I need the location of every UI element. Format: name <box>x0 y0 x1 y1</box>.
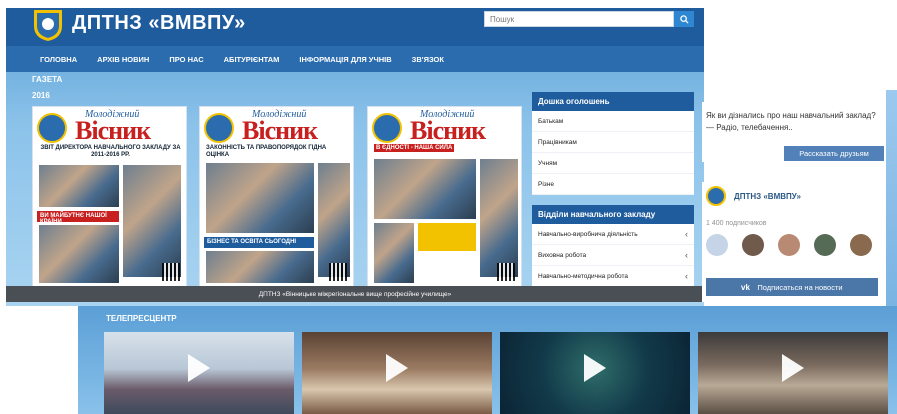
site-footer: ДПТНЗ «Вінницьке міжрегіональне вище про… <box>6 286 704 302</box>
chevron-left-icon: ‹ <box>685 229 688 239</box>
subhead: БІЗНЕС ТА ОСВІТА СЬОГОДНІ <box>204 237 314 248</box>
poll-widget: Як ви дізнались про наш навчальний закла… <box>702 102 886 162</box>
headline-text: В ЄДНОСТІ - НАША СИЛА <box>374 144 455 152</box>
photo <box>480 159 518 277</box>
telepress-title: ТЕЛЕПРЕСЦЕНТР <box>106 314 177 323</box>
site-title[interactable]: ДПТНЗ «ВМВПУ» <box>72 12 246 35</box>
vk-logo-icon: vk <box>741 283 750 291</box>
notice-board-list: Батькам Працівникам Учням Різне <box>532 111 694 195</box>
share-button[interactable]: Рассказать друзьям <box>784 146 884 161</box>
college-seal-icon <box>204 113 234 143</box>
masthead-big: Вісник <box>75 116 151 145</box>
dept-item-label: Виховна робота <box>538 251 587 259</box>
site-header: ДПТНЗ «ВМВПУ» <box>6 8 704 46</box>
video-thumbnail-2[interactable] <box>302 332 492 414</box>
logo-icon[interactable] <box>30 8 66 42</box>
poll-question: Як ви дізнались про наш навчальний закла… <box>706 111 876 132</box>
departments-panel: Відділи навчального закладу Навчально-ви… <box>532 205 694 287</box>
notice-item-parents[interactable]: Батькам <box>532 111 694 132</box>
notice-item-misc[interactable]: Різне <box>532 174 694 195</box>
dept-item-methodical[interactable]: Навчально-методична робота ‹ <box>532 266 694 287</box>
departments-title: Відділи навчального закладу <box>532 205 694 224</box>
notice-item-staff[interactable]: Працівникам <box>532 132 694 153</box>
photo <box>374 223 414 283</box>
telepress-section: ТЕЛЕПРЕСЦЕНТР <box>78 306 897 414</box>
newspaper-cover-3[interactable]: Молодіжний Вісник В ЄДНОСТІ - НАША СИЛА <box>367 106 522 288</box>
photo <box>418 223 476 251</box>
chevron-left-icon: ‹ <box>685 271 688 281</box>
headline: ЗВІТ ДИРЕКТОРА НАВЧАЛЬНОГО ЗАКЛАДУ ЗА 20… <box>40 145 181 158</box>
dept-item-label: Навчально-виробнича діяльність <box>538 230 638 238</box>
nav-applicants[interactable]: АБІТУРІЄНТАМ <box>224 55 280 64</box>
qr-code-icon <box>162 263 180 281</box>
photo <box>206 163 314 233</box>
main-nav: ГОЛОВНА АРХІВ НОВИН ПРО НАС АБІТУРІЄНТАМ… <box>6 46 704 72</box>
avatar[interactable] <box>706 234 728 256</box>
photo <box>318 163 350 277</box>
video-thumbnail-1[interactable] <box>104 332 294 414</box>
masthead-big: Вісник <box>242 116 318 145</box>
notice-item-students[interactable]: Учням <box>532 153 694 174</box>
photo <box>206 251 314 283</box>
avatar[interactable] <box>742 234 764 256</box>
subscriber-count[interactable]: 1 400 подписчиков <box>706 220 767 227</box>
video-thumbnail-4[interactable] <box>698 332 888 414</box>
dept-item-education[interactable]: Виховна робота ‹ <box>532 245 694 266</box>
year-label: 2016 <box>32 91 50 100</box>
website-panel: ДПТНЗ «ВМВПУ» ГОЛОВНА АРХІВ НОВИН ПРО НА… <box>6 8 704 306</box>
headline: ЗАКОННІСТЬ ТА ПРАВОПОРЯДОК ГІДНА ОЦІНКА <box>206 145 327 158</box>
departments-list: Навчально-виробнича діяльність ‹ Виховна … <box>532 224 694 287</box>
headline: В ЄДНОСТІ - НАША СИЛА <box>374 144 517 152</box>
nav-home[interactable]: ГОЛОВНА <box>40 55 77 64</box>
nav-about[interactable]: ПРО НАС <box>169 55 203 64</box>
photo <box>374 159 476 219</box>
notice-board-title: Дошка оголошень <box>532 92 694 111</box>
play-icon <box>584 354 606 383</box>
subscribe-label: Подписаться на новости <box>757 282 843 292</box>
search-input[interactable] <box>484 11 674 27</box>
qr-code-icon <box>497 263 515 281</box>
avatar[interactable] <box>850 234 872 256</box>
newspaper-cover-2[interactable]: Молодіжний Вісник ЗАКОННІСТЬ ТА ПРАВОПОР… <box>199 106 354 288</box>
newspaper-cover-1[interactable]: Молодіжний Вісник ЗВІТ ДИРЕКТОРА НАВЧАЛЬ… <box>32 106 187 288</box>
nav-student-info[interactable]: ІНФОРМАЦІЯ ДЛЯ УЧНІВ <box>299 55 391 64</box>
nav-contact[interactable]: ЗВ'ЯЗОК <box>412 55 444 64</box>
subscribe-button[interactable]: vk Подписаться на новости <box>706 278 878 296</box>
video-thumbnail-3[interactable] <box>500 332 690 414</box>
chevron-left-icon: ‹ <box>685 250 688 260</box>
dept-item-label: Навчально-методична робота <box>538 272 629 280</box>
search-icon <box>679 14 689 24</box>
play-icon <box>386 354 408 383</box>
vk-community-widget: ДПТНЗ «ВМВПУ» 1 400 подписчиков vk Подпи… <box>702 182 886 302</box>
nav-news-archive[interactable]: АРХІВ НОВИН <box>97 55 149 64</box>
college-seal-icon <box>372 113 402 143</box>
qr-code-icon <box>329 263 347 281</box>
college-seal-icon <box>37 113 67 143</box>
photo <box>123 165 181 277</box>
community-avatar[interactable] <box>706 186 726 206</box>
play-icon <box>782 354 804 383</box>
subhead: ВИ МАЙБУТНЄ НАШОЇ КРАЇНИ <box>37 211 119 225</box>
notice-board: Дошка оголошень Батькам Працівникам Учня… <box>532 92 694 195</box>
masthead-big: Вісник <box>410 116 486 145</box>
play-icon <box>188 354 210 383</box>
section-label: ГАЗЕТА <box>32 75 63 84</box>
avatar[interactable] <box>778 234 800 256</box>
avatar[interactable] <box>814 234 836 256</box>
svg-text:vk: vk <box>741 283 750 291</box>
dept-item-production[interactable]: Навчально-виробнича діяльність ‹ <box>532 224 694 245</box>
photo <box>39 165 119 207</box>
photo <box>39 225 119 283</box>
search-button[interactable] <box>674 11 694 27</box>
page: ДПТНЗ «ВМВПУ» ГОЛОВНА АРХІВ НОВИН ПРО НА… <box>0 0 897 414</box>
community-name[interactable]: ДПТНЗ «ВМВПУ» <box>734 192 801 201</box>
